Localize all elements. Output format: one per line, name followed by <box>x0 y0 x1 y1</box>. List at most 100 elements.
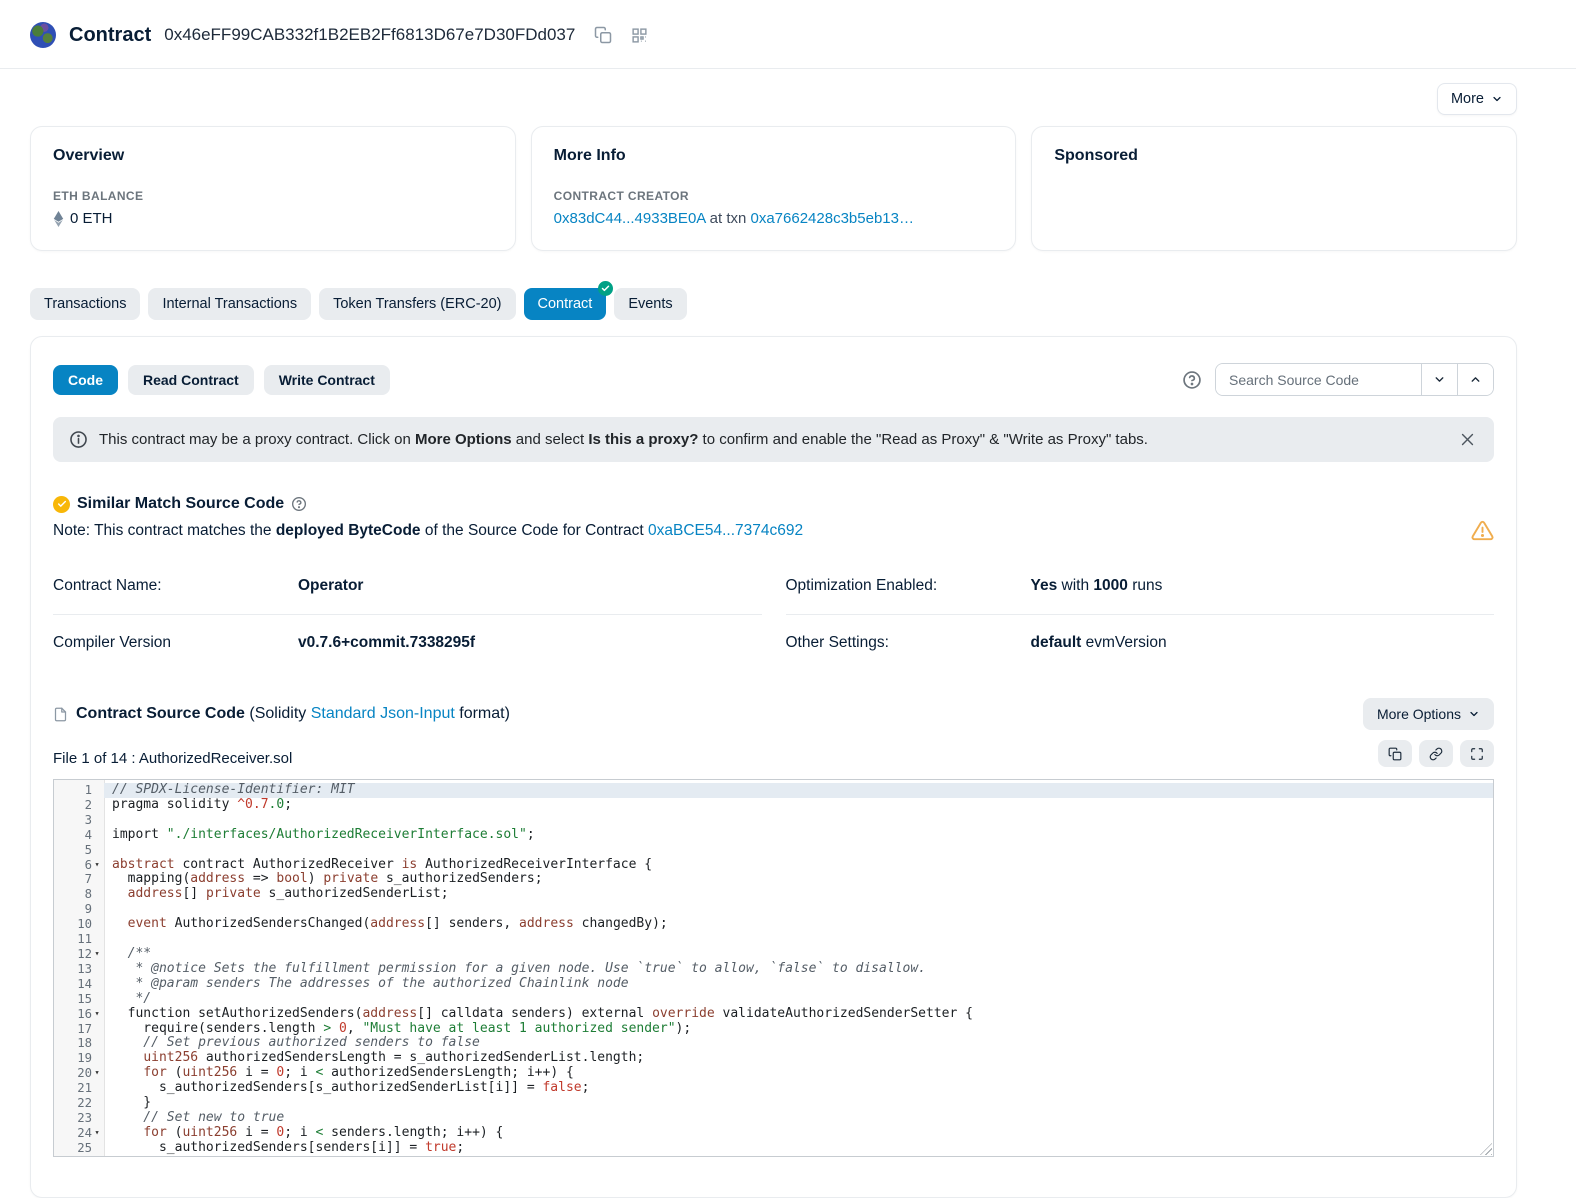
subtab-read-contract[interactable]: Read Contract <box>128 365 254 395</box>
line-number: 7 <box>85 872 92 887</box>
inline-link[interactable]: Standard Json-Input <box>311 705 455 722</box>
copy-address-icon[interactable] <box>594 26 612 44</box>
line-number: 4 <box>85 828 92 843</box>
line-number: 18 <box>77 1036 92 1051</box>
search-next-button[interactable] <box>1421 364 1457 395</box>
warning-triangle-icon <box>1471 519 1494 542</box>
code-line: 24▾ for (uint256 i = 0; i < senders.leng… <box>54 1126 1493 1141</box>
site-header: Contract 0x46eFF99CAB332f1B2EB2Ff6813D67… <box>0 0 1576 69</box>
line-number: 8 <box>85 887 92 902</box>
help-icon[interactable] <box>1182 370 1202 390</box>
fold-toggle-icon[interactable]: ▾ <box>92 1007 102 1022</box>
more-options-label: More Options <box>1377 706 1461 722</box>
code-text: address[] private s_authorizedSenderList… <box>104 887 1493 902</box>
proxy-notice-alert: This contract may be a proxy contract. C… <box>53 417 1494 462</box>
line-number: 3 <box>85 813 92 828</box>
question-icon[interactable] <box>291 496 307 512</box>
close-icon[interactable] <box>1457 429 1478 450</box>
line-number: 16 <box>77 1007 92 1022</box>
code-text: s_authorizedSenders[s_authorizedSenderLi… <box>104 1081 1493 1096</box>
code-gutter: 13 <box>54 962 104 977</box>
code-text: * @notice Sets the fulfillment permissio… <box>104 962 1493 977</box>
tab-events[interactable]: Events <box>614 288 686 320</box>
chevron-down-icon <box>1468 708 1480 720</box>
meta-label: Other Settings: <box>786 634 1031 652</box>
fold-toggle-icon[interactable]: ▾ <box>92 1126 102 1141</box>
tabs-row: Transactions Internal Transactions Token T… <box>30 288 1517 320</box>
contract-meta: Contract Name:OperatorCompiler Versionv0… <box>53 558 1494 671</box>
more-options-button[interactable]: More Options <box>1363 698 1494 730</box>
code-line: 13 * @notice Sets the fulfillment permis… <box>54 962 1493 977</box>
line-number: 6 <box>85 858 92 873</box>
code-gutter: 9 <box>54 902 104 917</box>
code-text: // SPDX-License-Identifier: MIT <box>104 783 1493 798</box>
code-line: 21 s_authorizedSenders[s_authorizedSende… <box>54 1081 1493 1096</box>
code-text <box>104 813 1493 828</box>
creator-separator: at txn <box>705 210 750 227</box>
tab-transactions[interactable]: Transactions <box>30 288 140 320</box>
contract-meta-left-column: Contract Name:OperatorCompiler Versionv0… <box>53 558 762 671</box>
summary-cards: Overview ETH BALANCE 0 ETH More Info CON… <box>30 126 1517 251</box>
verified-check-icon <box>598 281 613 296</box>
code-line: 10 event AuthorizedSendersChanged(addres… <box>54 917 1493 932</box>
code-gutter: 12▾ <box>54 947 104 962</box>
fold-toggle-icon[interactable]: ▾ <box>92 1066 102 1081</box>
meta-value: v0.7.6+commit.7338295f <box>298 634 475 652</box>
code-line: 23 // Set new to true <box>54 1111 1493 1126</box>
fullscreen-button[interactable] <box>1460 740 1494 767</box>
meta-label: Contract Name: <box>53 577 298 595</box>
line-number: 17 <box>77 1022 92 1037</box>
code-text: // Set new to true <box>104 1111 1493 1126</box>
eth-balance-label: ETH BALANCE <box>53 189 493 203</box>
tab-contract[interactable]: Contract <box>524 288 607 320</box>
fold-toggle-icon[interactable]: ▾ <box>92 947 102 962</box>
qr-code-icon[interactable] <box>631 27 648 44</box>
creator-txn-link[interactable]: 0xa7662428c3b5eb13… <box>751 210 914 227</box>
similar-match-title: Similar Match Source Code <box>77 495 284 513</box>
code-gutter: 2 <box>54 798 104 813</box>
code-gutter: 25 <box>54 1141 104 1156</box>
tab-label: Events <box>628 296 672 312</box>
line-number: 2 <box>85 798 92 813</box>
more-button-label: More <box>1451 91 1484 107</box>
code-line: 4import "./interfaces/AuthorizedReceiver… <box>54 828 1493 843</box>
line-number: 20 <box>77 1066 92 1081</box>
code-gutter: 23 <box>54 1111 104 1126</box>
line-number: 5 <box>85 843 92 858</box>
creator-address-link[interactable]: 0x83dC44...4933BE0A <box>554 210 706 227</box>
code-text <box>104 932 1493 947</box>
line-number: 19 <box>77 1051 92 1066</box>
tab-internal-transactions[interactable]: Internal Transactions <box>148 288 311 320</box>
code-text <box>104 902 1493 917</box>
code-text: */ <box>104 992 1493 1007</box>
copy-source-button[interactable] <box>1378 740 1412 767</box>
tab-label: Transactions <box>44 296 126 312</box>
tab-label: Contract <box>538 296 593 312</box>
more-button[interactable]: More <box>1437 83 1517 115</box>
permalink-button[interactable] <box>1419 740 1453 767</box>
code-line: 8 address[] private s_authorizedSenderLi… <box>54 887 1493 902</box>
search-prev-button[interactable] <box>1457 364 1493 395</box>
code-gutter: 3 <box>54 813 104 828</box>
meta-label: Optimization Enabled: <box>786 577 1031 595</box>
subtab-code[interactable]: Code <box>53 365 118 395</box>
line-number: 24 <box>77 1126 92 1141</box>
line-number: 10 <box>77 917 92 932</box>
similar-match-section: Similar Match Source Code Note: This con… <box>53 495 1494 542</box>
line-number: 15 <box>77 992 92 1007</box>
inline-link[interactable]: 0xaBCE54...7374c692 <box>648 522 803 539</box>
subtab-write-contract[interactable]: Write Contract <box>264 365 390 395</box>
code-lines: 1// SPDX-License-Identifier: MIT2pragma … <box>54 780 1493 1156</box>
code-line: 17 require(senders.length > 0, "Must hav… <box>54 1022 1493 1037</box>
source-search-group <box>1215 363 1494 396</box>
code-text: function setAuthorizedSenders(address[] … <box>104 1007 1493 1022</box>
search-source-input[interactable] <box>1216 364 1421 395</box>
code-text <box>104 843 1493 858</box>
sponsored-card: Sponsored <box>1031 126 1517 251</box>
tab-token-transfers-erc-20[interactable]: Token Transfers (ERC-20) <box>319 288 515 320</box>
source-code-editor[interactable]: 1// SPDX-License-Identifier: MIT2pragma … <box>53 779 1494 1157</box>
sponsored-card-title: Sponsored <box>1054 147 1494 165</box>
tab-label: Internal Transactions <box>162 296 297 312</box>
fold-toggle-icon[interactable]: ▾ <box>92 858 102 873</box>
line-number: 13 <box>77 962 92 977</box>
